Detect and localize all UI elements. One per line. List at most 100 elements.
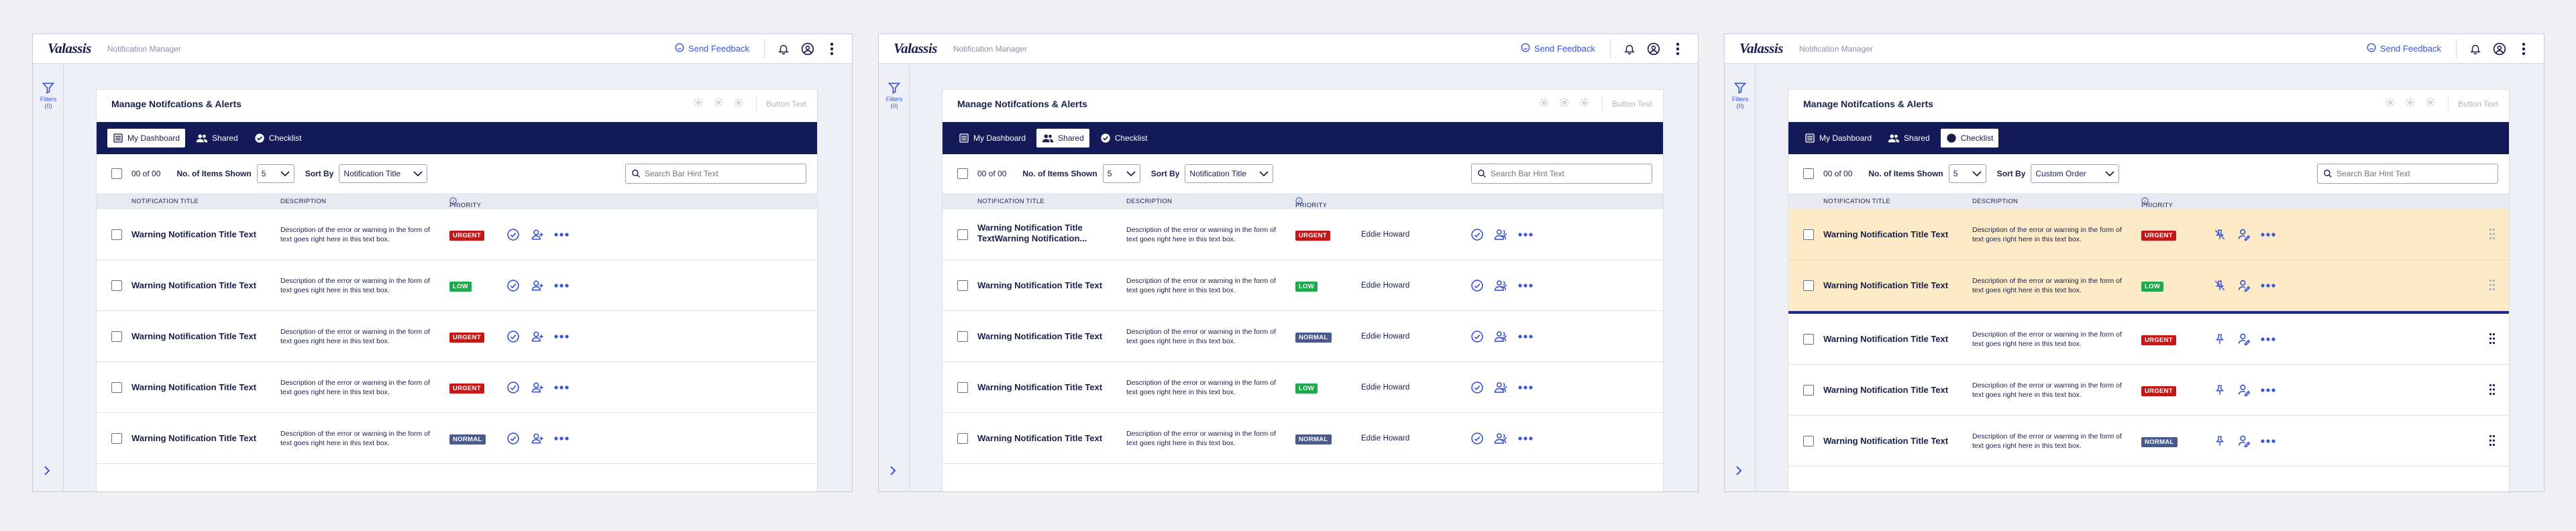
tab-shared[interactable]: Shared xyxy=(191,129,244,148)
table-row[interactable]: Warning Notification Title Text Descript… xyxy=(97,311,817,362)
more-options-icon[interactable] xyxy=(1518,329,1533,344)
table-row[interactable]: Warning Notification Title Text Descript… xyxy=(1788,260,2509,311)
user-add-icon[interactable] xyxy=(530,278,545,293)
table-row[interactable]: Warning Notification Title Text Descript… xyxy=(1788,314,2509,365)
search-input[interactable] xyxy=(645,169,800,178)
more-options-icon[interactable] xyxy=(1518,278,1533,293)
check-circle-icon[interactable] xyxy=(1470,380,1485,395)
user-add-icon[interactable] xyxy=(530,431,545,446)
text-button[interactable]: Button Text xyxy=(1602,97,1652,111)
table-row[interactable]: Warning Notification Title Text Descript… xyxy=(1788,365,2509,416)
kebab-menu-icon[interactable] xyxy=(2516,41,2532,57)
table-row[interactable]: Warning Notification Title Text Descript… xyxy=(943,311,1663,362)
row-checkbox[interactable] xyxy=(957,433,968,444)
share-group-icon[interactable] xyxy=(1494,380,1509,395)
tab-my-dashboard[interactable]: My Dashboard xyxy=(107,129,186,148)
check-circle-icon[interactable] xyxy=(1470,431,1485,446)
search-input[interactable] xyxy=(2337,169,2492,178)
check-circle-icon[interactable] xyxy=(1470,278,1485,293)
text-button[interactable]: Button Text xyxy=(2448,97,2498,111)
bell-icon[interactable] xyxy=(1621,41,1638,57)
row-checkbox[interactable] xyxy=(111,280,122,291)
drag-handle-icon[interactable] xyxy=(2489,333,2496,348)
sort-by-select[interactable]: Custom Order xyxy=(2031,164,2120,183)
kebab-menu-icon[interactable] xyxy=(824,41,840,57)
filters-button[interactable]: Filters (0) xyxy=(879,81,910,109)
gear-icon[interactable] xyxy=(693,97,704,111)
more-options-icon[interactable] xyxy=(554,227,569,242)
table-row[interactable]: Warning Notification Title Text Descript… xyxy=(1788,416,2509,467)
user-edit-icon[interactable] xyxy=(2237,434,2251,449)
row-checkbox[interactable] xyxy=(1803,334,1814,345)
select-all-checkbox[interactable] xyxy=(957,168,968,179)
table-row[interactable]: Warning Notification Title Text Descript… xyxy=(97,209,817,260)
tab-checklist[interactable]: Checklist xyxy=(249,129,307,148)
gear-icon[interactable] xyxy=(2425,97,2436,111)
kebab-menu-icon[interactable] xyxy=(1670,41,1686,57)
check-circle-icon[interactable] xyxy=(506,431,521,446)
pin-icon[interactable] xyxy=(2212,383,2227,398)
check-circle-icon[interactable] xyxy=(506,329,521,344)
gear-icon[interactable] xyxy=(733,97,744,111)
row-checkbox[interactable] xyxy=(957,229,968,240)
user-edit-icon[interactable] xyxy=(2237,227,2251,242)
unpin-icon[interactable] xyxy=(2212,278,2227,293)
share-group-icon[interactable] xyxy=(1494,431,1509,446)
tab-shared[interactable]: Shared xyxy=(1882,129,1935,148)
user-edit-icon[interactable] xyxy=(2237,383,2251,398)
bell-icon[interactable] xyxy=(2467,41,2483,57)
row-checkbox[interactable] xyxy=(957,382,968,393)
more-options-icon[interactable] xyxy=(1518,380,1533,395)
more-options-icon[interactable] xyxy=(2261,332,2275,347)
row-checkbox[interactable] xyxy=(1803,280,1814,291)
row-checkbox[interactable] xyxy=(1803,229,1814,240)
drag-handle-icon[interactable] xyxy=(2489,434,2496,450)
gear-icon[interactable] xyxy=(1559,97,1570,111)
user-edit-icon[interactable] xyxy=(2237,332,2251,347)
more-options-icon[interactable] xyxy=(2261,278,2275,293)
row-checkbox[interactable] xyxy=(111,433,122,444)
chevron-right-icon[interactable] xyxy=(1734,465,1743,479)
row-checkbox[interactable] xyxy=(1803,436,1814,447)
items-shown-select[interactable]: 5 xyxy=(1948,164,1986,183)
table-row[interactable]: Warning Notification Title Text Descript… xyxy=(943,362,1663,413)
tab-my-dashboard[interactable]: My Dashboard xyxy=(953,129,1031,148)
user-add-icon[interactable] xyxy=(530,329,545,344)
check-circle-icon[interactable] xyxy=(1470,329,1485,344)
more-options-icon[interactable] xyxy=(1518,431,1533,446)
bell-icon[interactable] xyxy=(775,41,792,57)
more-options-icon[interactable] xyxy=(554,380,569,395)
row-checkbox[interactable] xyxy=(957,280,968,291)
row-checkbox[interactable] xyxy=(111,229,122,240)
user-account-icon[interactable] xyxy=(800,41,816,57)
items-shown-select[interactable]: 5 xyxy=(1102,164,1140,183)
pin-icon[interactable] xyxy=(2212,434,2227,449)
sort-by-select[interactable]: Notification Title xyxy=(339,164,428,183)
tab-shared[interactable]: Shared xyxy=(1036,129,1089,148)
table-row[interactable]: Warning Notification Title Text Descript… xyxy=(97,362,817,413)
sort-by-select[interactable]: Notification Title xyxy=(1185,164,1274,183)
table-row[interactable]: Warning Notification Title TextWarning N… xyxy=(943,209,1663,260)
table-row[interactable]: Warning Notification Title Text Descript… xyxy=(943,413,1663,464)
more-options-icon[interactable] xyxy=(2261,227,2275,242)
col-header-priority[interactable]: PRIORITY xyxy=(2141,197,2173,209)
row-checkbox[interactable] xyxy=(111,382,122,393)
more-options-icon[interactable] xyxy=(2261,434,2275,449)
gear-icon[interactable] xyxy=(2385,97,2396,111)
select-all-checkbox[interactable] xyxy=(1803,168,1814,179)
search-input[interactable] xyxy=(1491,169,1646,178)
pin-icon[interactable] xyxy=(2212,332,2227,347)
row-checkbox[interactable] xyxy=(957,331,968,342)
table-row[interactable]: Warning Notification Title Text Descript… xyxy=(97,413,817,464)
col-header-priority[interactable]: PRIORITY xyxy=(1295,197,1327,209)
gear-icon[interactable] xyxy=(1579,97,1590,111)
share-group-icon[interactable] xyxy=(1494,329,1509,344)
tab-checklist[interactable]: Checklist xyxy=(1095,129,1153,148)
gear-icon[interactable] xyxy=(2405,97,2416,111)
row-checkbox[interactable] xyxy=(1803,385,1814,396)
select-all-checkbox[interactable] xyxy=(111,168,122,179)
drag-handle-icon[interactable] xyxy=(2489,228,2496,243)
share-group-icon[interactable] xyxy=(1494,227,1509,242)
check-circle-icon[interactable] xyxy=(506,278,521,293)
unpin-icon[interactable] xyxy=(2212,227,2227,242)
